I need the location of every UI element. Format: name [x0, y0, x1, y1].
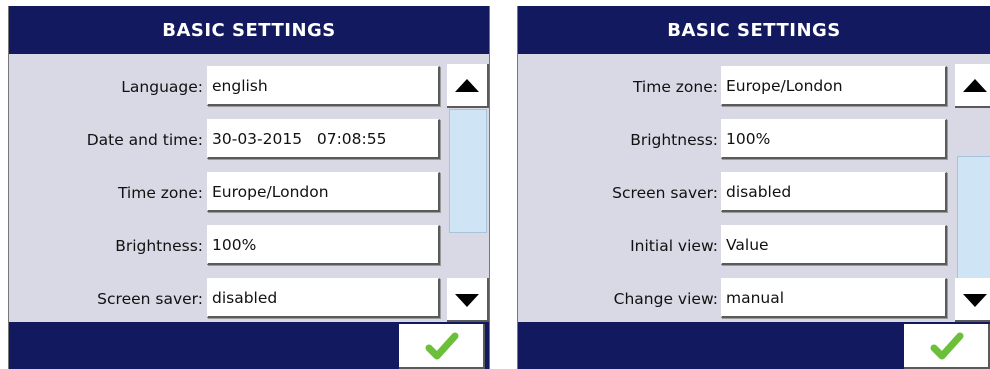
- time-zone-field[interactable]: Europe/London: [721, 66, 947, 106]
- language-field[interactable]: english: [207, 66, 440, 106]
- scroll-thumb[interactable]: [449, 109, 487, 233]
- brightness-field[interactable]: 100%: [721, 119, 947, 159]
- scroll-down-button[interactable]: [447, 278, 489, 322]
- checkmark-icon: [425, 332, 459, 360]
- arrow-down-icon: [963, 294, 987, 307]
- scroll-down-button[interactable]: [955, 278, 990, 322]
- scroll-up-button[interactable]: [955, 64, 990, 108]
- confirm-button[interactable]: [904, 324, 990, 369]
- arrow-down-icon: [455, 294, 479, 307]
- screen-saver-field[interactable]: disabled: [721, 172, 947, 212]
- language-label: Language:: [121, 78, 203, 96]
- panel-header: BASIC SETTINGS: [9, 6, 489, 54]
- page-title: BASIC SETTINGS: [162, 19, 336, 41]
- arrow-up-icon: [455, 79, 479, 92]
- checkmark-icon: [930, 332, 964, 360]
- settings-panel-left: BASIC SETTINGS Language: english Date an…: [8, 6, 490, 369]
- scroll-thumb[interactable]: [957, 156, 990, 280]
- date-time-field[interactable]: 30-03-2015 07:08:55: [207, 119, 440, 159]
- panel-header: BASIC SETTINGS: [518, 6, 990, 54]
- initial-view-label: Initial view:: [630, 237, 718, 255]
- settings-panel-right: BASIC SETTINGS Time zone: Europe/London …: [517, 6, 990, 369]
- initial-view-field[interactable]: Value: [721, 225, 947, 265]
- brightness-field[interactable]: 100%: [207, 225, 440, 265]
- brightness-label: Brightness:: [630, 131, 718, 149]
- screen-saver-label: Screen saver:: [97, 290, 203, 308]
- arrow-up-icon: [963, 79, 987, 92]
- brightness-label: Brightness:: [115, 237, 203, 255]
- screen-saver-label: Screen saver:: [612, 184, 718, 202]
- scroll-up-button[interactable]: [447, 64, 489, 108]
- time-zone-field[interactable]: Europe/London: [207, 172, 440, 212]
- time-zone-label: Time zone:: [632, 78, 718, 96]
- screen-saver-field[interactable]: disabled: [207, 278, 440, 318]
- page-title: BASIC SETTINGS: [667, 19, 841, 41]
- confirm-button[interactable]: [399, 324, 485, 369]
- time-zone-label: Time zone:: [117, 184, 203, 202]
- change-view-field[interactable]: manual: [721, 278, 947, 318]
- change-view-label: Change view:: [613, 290, 718, 308]
- date-time-label: Date and time:: [86, 131, 203, 149]
